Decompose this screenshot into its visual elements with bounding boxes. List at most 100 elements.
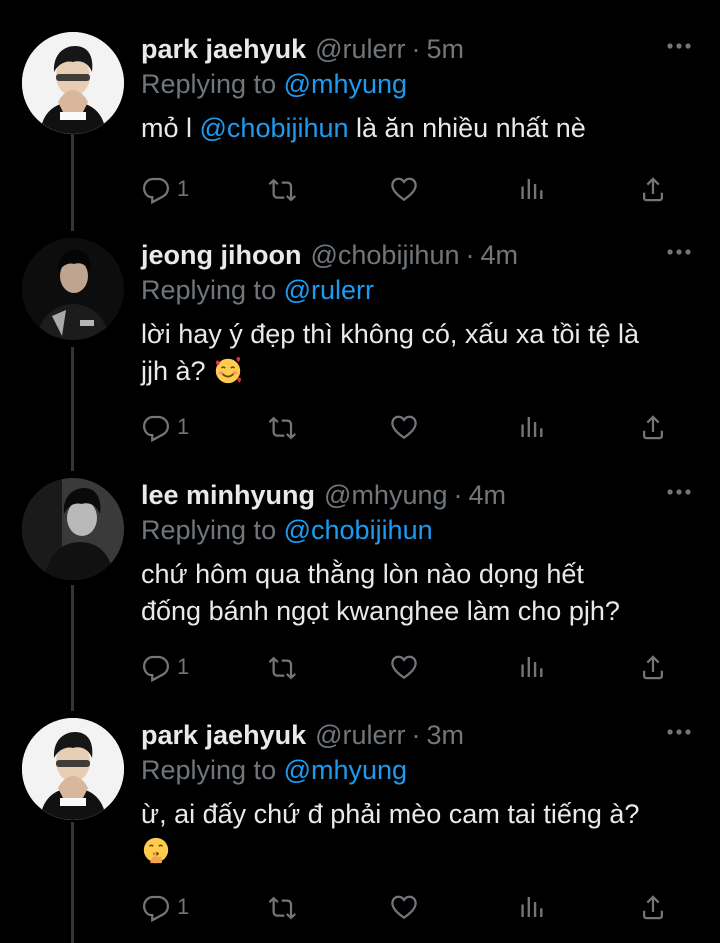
tweet-text-line: chứ hôm qua thằng lòn nào dọng hết — [141, 559, 584, 589]
replying-to-label: Replying to — [141, 515, 277, 545]
reply-count: 1 — [177, 176, 190, 201]
reply-count: 1 — [177, 654, 190, 679]
tweet-text-line-text: jjh à? — [141, 356, 206, 386]
like-button[interactable] — [389, 172, 419, 206]
shushing-face-emoji-icon — [143, 837, 169, 864]
separator-dot: · — [453, 479, 463, 510]
user-handle[interactable]: @mhyung — [324, 480, 447, 511]
user-handle[interactable]: @rulerr — [315, 720, 405, 751]
tweet-text-line-2 — [141, 833, 702, 870]
replying-to-mention[interactable]: @mhyung — [284, 755, 407, 785]
analytics-icon — [521, 657, 543, 677]
display-name[interactable]: park jaehyuk — [141, 34, 306, 65]
analytics-icon — [521, 417, 543, 437]
tweet-text: ừ, ai đấy chứ đ phải mèo cam tai tiếng à… — [141, 796, 702, 870]
heart-icon — [391, 655, 417, 680]
tweet-text: lời hay ý đẹp thì không có, xấu xa tồi t… — [141, 316, 702, 390]
share-button[interactable] — [638, 650, 668, 684]
analytics-button[interactable] — [517, 172, 547, 206]
timestamp[interactable]: 4m — [481, 240, 519, 271]
avatar[interactable] — [22, 238, 124, 340]
reply-count: 1 — [177, 414, 190, 439]
tweet-text-part: là ăn nhiều nhất nè — [348, 113, 586, 143]
tweet-thread: park jaehyuk @rulerr · 5m Replying to @m… — [0, 0, 720, 943]
share-icon — [643, 177, 663, 202]
user-avatar-grey-icon — [22, 478, 124, 580]
tweet-actions: 1 — [0, 172, 720, 206]
retweet-button[interactable] — [268, 172, 298, 206]
retweet-icon — [268, 178, 296, 202]
more-options-icon[interactable] — [666, 38, 692, 54]
more-options-icon[interactable] — [666, 484, 692, 500]
replying-to: Replying to @chobijihun — [141, 512, 702, 548]
retweet-icon — [268, 416, 296, 440]
like-button[interactable] — [389, 410, 419, 444]
retweet-button[interactable] — [268, 890, 298, 924]
like-button[interactable] — [389, 650, 419, 684]
replying-to-label: Replying to — [141, 69, 277, 99]
timestamp[interactable]: 3m — [427, 720, 465, 751]
tweet[interactable]: park jaehyuk @rulerr · 3m Replying to @m… — [0, 718, 720, 943]
tweet-actions: 1 — [0, 410, 720, 444]
tweet[interactable]: jeong jihoon @chobijihun · 4m Replying t… — [0, 238, 720, 474]
reply-button[interactable]: 1 — [141, 172, 189, 206]
tweet-header: lee minhyung @mhyung · 4m — [141, 478, 702, 512]
analytics-icon — [521, 179, 543, 199]
replying-to-label: Replying to — [141, 275, 277, 305]
tweet-mention[interactable]: @chobijihun — [200, 113, 349, 143]
reply-icon — [142, 895, 170, 922]
replying-to-mention[interactable]: @rulerr — [284, 275, 374, 305]
replying-to-label: Replying to — [141, 755, 277, 785]
like-button[interactable] — [389, 890, 419, 924]
tweet-text-line-2: jjh à? — [141, 353, 702, 390]
user-avatar-light-icon — [22, 718, 124, 820]
display-name[interactable]: jeong jihoon — [141, 240, 301, 271]
share-button[interactable] — [638, 410, 668, 444]
analytics-icon — [521, 897, 543, 917]
heart-icon — [391, 895, 417, 920]
separator-dot: · — [411, 33, 421, 64]
avatar[interactable] — [22, 718, 124, 820]
tweet[interactable]: park jaehyuk @rulerr · 5m Replying to @m… — [0, 32, 720, 232]
analytics-button[interactable] — [517, 890, 547, 924]
heart-icon — [391, 177, 417, 202]
user-avatar-dark-icon — [22, 238, 124, 340]
reply-icon — [142, 415, 170, 442]
replying-to-mention[interactable]: @chobijihun — [284, 515, 433, 545]
reply-icon — [142, 655, 170, 682]
share-button[interactable] — [638, 890, 668, 924]
reply-button[interactable]: 1 — [141, 890, 189, 924]
retweet-icon — [268, 656, 296, 680]
tweet-actions: 1 — [0, 650, 720, 684]
tweet-text: mỏ l @chobijihun là ăn nhiều nhất nè — [141, 110, 702, 147]
retweet-button[interactable] — [268, 410, 298, 444]
tweet[interactable]: lee minhyung @mhyung · 4m Replying to @c… — [0, 478, 720, 714]
replying-to: Replying to @mhyung — [141, 752, 702, 788]
share-icon — [643, 655, 663, 680]
timestamp[interactable]: 4m — [469, 480, 507, 511]
replying-to: Replying to @rulerr — [141, 272, 702, 308]
tweet-text-line: ừ, ai đấy chứ đ phải mèo cam tai tiếng à… — [141, 799, 640, 829]
share-button[interactable] — [638, 172, 668, 206]
tweet-text-line: lời hay ý đẹp thì không có, xấu xa tồi t… — [141, 319, 639, 349]
user-handle[interactable]: @chobijihun — [310, 240, 459, 271]
display-name[interactable]: lee minhyung — [141, 480, 315, 511]
reply-button[interactable]: 1 — [141, 410, 189, 444]
reply-button[interactable]: 1 — [141, 650, 189, 684]
analytics-button[interactable] — [517, 650, 547, 684]
avatar[interactable] — [22, 32, 124, 134]
timestamp[interactable]: 5m — [427, 34, 465, 65]
tweet-text-line: đống bánh ngọt kwanghee làm cho pjh? — [141, 596, 620, 626]
tweet-actions: 1 — [0, 890, 720, 924]
share-icon — [643, 415, 663, 440]
more-options-icon[interactable] — [666, 244, 692, 260]
display-name[interactable]: park jaehyuk — [141, 720, 306, 751]
tweet-text-part: mỏ l — [141, 113, 200, 143]
replying-to-mention[interactable]: @mhyung — [284, 69, 407, 99]
analytics-button[interactable] — [517, 410, 547, 444]
avatar[interactable] — [22, 478, 124, 580]
separator-dot: · — [465, 239, 475, 270]
more-options-icon[interactable] — [666, 724, 692, 740]
user-handle[interactable]: @rulerr — [315, 34, 405, 65]
retweet-button[interactable] — [268, 650, 298, 684]
